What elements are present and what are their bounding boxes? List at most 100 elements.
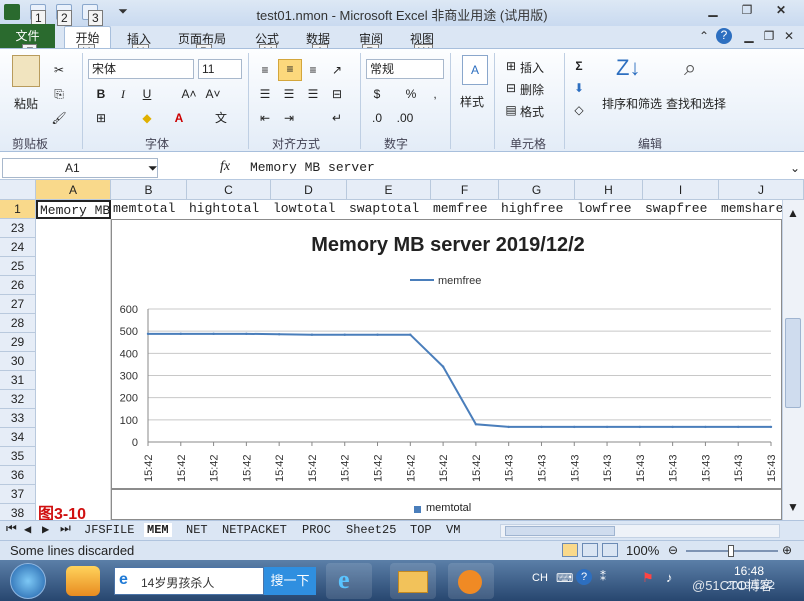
cell-d1[interactable]: lowtotal (271, 200, 347, 218)
align-bottom-icon[interactable]: ≡ (304, 61, 322, 79)
wb-restore-icon[interactable]: ❐ (760, 29, 778, 45)
wrap-text-icon[interactable]: ↵ (328, 109, 346, 127)
media-player-icon[interactable] (448, 563, 494, 599)
horizontal-scroll-thumb[interactable] (505, 526, 615, 536)
chart2-area[interactable]: memtotal (111, 488, 782, 520)
grow-font-icon[interactable]: A˄ (180, 85, 198, 103)
merge-center-icon[interactable]: ⊟ (328, 85, 346, 103)
column-header-b[interactable]: B (111, 180, 187, 200)
fill-icon[interactable]: ⬇ (570, 79, 588, 97)
row-header[interactable]: 30 (0, 352, 36, 371)
row-header[interactable]: 37 (0, 485, 36, 504)
orientation-icon[interactable]: ↗ (328, 61, 346, 79)
zoom-level[interactable]: 100% (626, 543, 659, 558)
column-header-e[interactable]: E (347, 180, 431, 200)
restore-icon[interactable]: ❐ (738, 3, 756, 19)
sheet-tab-vm[interactable]: VM (446, 523, 460, 537)
sort-filter-label[interactable]: 排序和筛选 (602, 95, 662, 112)
clear-icon[interactable]: ◇ (570, 101, 588, 119)
paste-icon[interactable] (12, 55, 40, 87)
cell-a1[interactable]: Memory MB (36, 200, 111, 219)
align-middle-icon[interactable]: ≡ (278, 59, 302, 81)
paste-label[interactable]: 粘贴 (14, 95, 38, 112)
zoom-out-icon[interactable]: ⊖ (668, 543, 678, 557)
delete-cells-label[interactable]: 删除 (520, 81, 544, 98)
row-header[interactable]: 35 (0, 447, 36, 466)
number-format-combo[interactable]: 常规 (366, 59, 444, 79)
find-select-icon[interactable]: ⌕ (684, 55, 696, 81)
format-painter-icon[interactable]: 🖌 (50, 109, 68, 127)
row-header[interactable]: 36 (0, 466, 36, 485)
row-header[interactable]: 24 (0, 238, 36, 257)
phonetic-icon[interactable]: 文 (212, 109, 230, 127)
row-header[interactable]: 25 (0, 257, 36, 276)
font-name-combo[interactable]: 宋体 (88, 59, 194, 79)
row-header[interactable]: 27 (0, 295, 36, 314)
row-header[interactable]: 34 (0, 428, 36, 447)
align-top-icon[interactable]: ≡ (256, 61, 274, 79)
italic-icon[interactable]: I (114, 85, 132, 103)
network-icon[interactable]: ⚑ (642, 570, 654, 586)
align-center-icon[interactable]: ☰ (280, 85, 298, 103)
chart-area[interactable]: Memory MB server 2019/12/2 memfree 0 100 2… (111, 219, 782, 490)
row-header[interactable]: 31 (0, 371, 36, 390)
autosum-icon[interactable]: Σ (570, 57, 588, 75)
styles-label[interactable]: 样式 (460, 93, 484, 110)
increase-decimal-icon[interactable]: .0 (368, 109, 386, 127)
insert-function-icon[interactable]: fx (220, 159, 230, 175)
expand-formula-icon[interactable]: ⌄ (790, 161, 800, 175)
taskbar-search[interactable]: e 14岁男孩杀人 (114, 567, 264, 595)
currency-icon[interactable]: $ (368, 85, 386, 103)
search-button[interactable]: 搜一下 (264, 567, 316, 595)
select-all-corner[interactable] (0, 180, 36, 200)
increase-indent-icon[interactable]: ⇥ (280, 109, 298, 127)
column-header-f[interactable]: F (431, 180, 499, 200)
row-header[interactable]: 32 (0, 390, 36, 409)
decrease-decimal-icon[interactable]: .00 (396, 109, 414, 127)
column-header-j[interactable]: J (719, 180, 804, 200)
column-header-d[interactable]: D (271, 180, 347, 200)
sheet-tab-net[interactable]: NET (186, 523, 208, 537)
percent-icon[interactable]: % (402, 85, 420, 103)
vertical-scrollbar[interactable]: ▲ ▼ (782, 200, 804, 520)
wb-minimize-icon[interactable]: ▁ (740, 29, 758, 45)
sheet-prev-icon[interactable]: ◀ (24, 522, 31, 537)
ie-browser-icon[interactable]: e (326, 563, 372, 599)
sheet-tab-netpacket[interactable]: NETPACKET (222, 523, 287, 537)
cell-b1[interactable]: memtotal (111, 200, 187, 218)
page-layout-icon[interactable] (582, 543, 598, 557)
find-select-label[interactable]: 查找和选择 (666, 95, 726, 112)
column-header-a[interactable]: A (36, 180, 111, 200)
border-icon[interactable]: ⊞ (92, 109, 110, 127)
cell-h1[interactable]: lowfree (575, 200, 643, 218)
fill-color-icon[interactable]: ◆ (138, 109, 156, 127)
styles-icon[interactable]: A (462, 55, 488, 85)
underline-icon[interactable]: U (138, 85, 156, 103)
column-header-c[interactable]: C (187, 180, 271, 200)
row-header[interactable]: 26 (0, 276, 36, 295)
search-text[interactable]: 14岁男孩杀人 (141, 574, 214, 591)
sheet-tab-proc[interactable]: PROC (302, 523, 331, 537)
align-left-icon[interactable]: ☰ (256, 85, 274, 103)
format-cells-icon[interactable]: ▤ (502, 101, 520, 119)
shrink-font-icon[interactable]: A˅ (204, 85, 222, 103)
minimize-icon[interactable]: ▁ (704, 3, 722, 19)
insert-cells-label[interactable]: 插入 (520, 59, 544, 76)
row-header[interactable]: 33 (0, 409, 36, 428)
tray-overflow-icon[interactable]: ⁑ (600, 570, 606, 584)
column-header-i[interactable]: I (643, 180, 719, 200)
font-size-combo[interactable]: 11 (198, 59, 242, 79)
normal-view-icon[interactable] (562, 543, 578, 557)
scroll-down-icon[interactable]: ▼ (787, 500, 799, 514)
cell-c1[interactable]: hightotal (187, 200, 271, 218)
ribbon-collapse-icon[interactable]: ⌃ (695, 29, 713, 45)
zoom-slider-thumb[interactable] (728, 545, 734, 557)
help-tray-icon[interactable]: ? (576, 569, 592, 585)
explorer-icon[interactable] (390, 563, 436, 599)
sheet-tab-jfsfile[interactable]: JFSFILE (84, 523, 134, 537)
decrease-indent-icon[interactable]: ⇤ (256, 109, 274, 127)
row-header[interactable]: 28 (0, 314, 36, 333)
sheet-tab-top[interactable]: TOP (410, 523, 432, 537)
app-launcher-icon[interactable] (66, 566, 100, 596)
insert-cells-icon[interactable]: ⊞ (502, 57, 520, 75)
